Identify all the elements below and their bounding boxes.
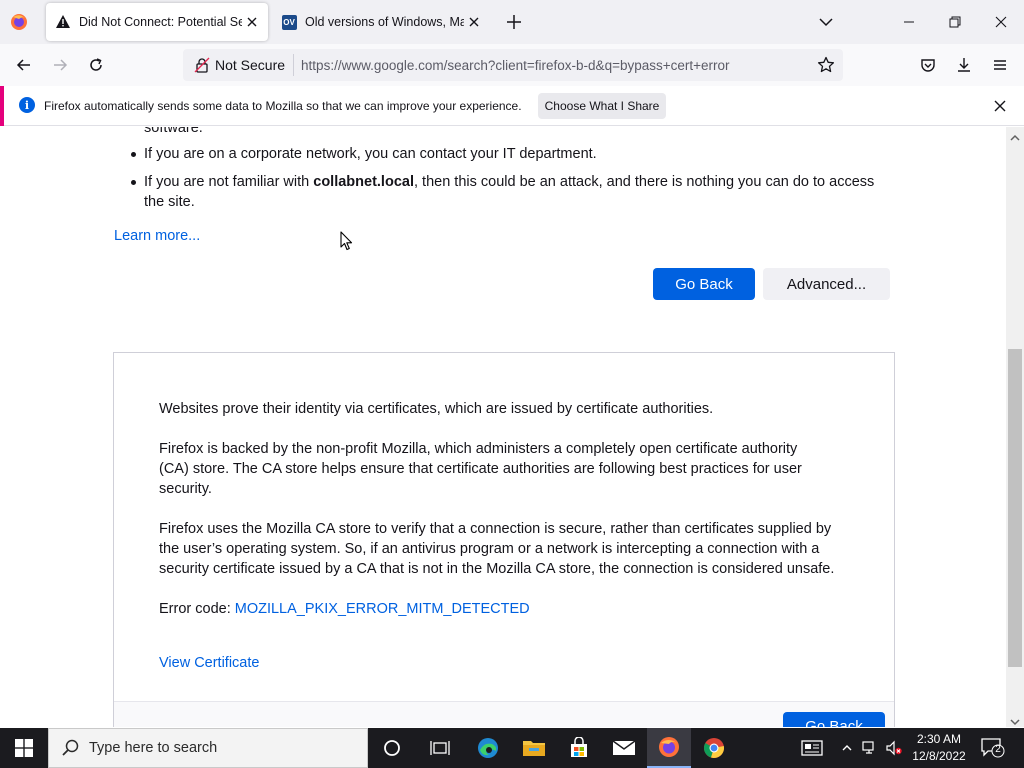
cortana-icon[interactable]: [370, 728, 414, 768]
certificate-paragraph-1: Websites prove their identity via certif…: [159, 401, 714, 417]
partial-bullet-text: software.: [144, 127, 203, 136]
bullet-dot: [131, 152, 136, 157]
address-bar[interactable]: Not Secure https://www.google.com/search…: [183, 49, 843, 81]
go-back-bottom-button[interactable]: Go Back: [783, 712, 885, 727]
paragraph-line: Firefox is backed by the non-profit Mozi…: [159, 441, 798, 457]
restore-button[interactable]: [940, 8, 970, 36]
notification-accent: [0, 86, 4, 126]
bullet-item-not-familiar: If you are not familiar with collabnet.l…: [131, 172, 924, 212]
not-secure-label[interactable]: Not Secure: [215, 57, 285, 73]
error-code-line: Error code: MOZILLA_PKIX_ERROR_MITM_DETE…: [159, 599, 859, 619]
firefox-icon[interactable]: [8, 11, 30, 33]
certificate-paragraph-2: Firefox is backed by the non-profit Mozi…: [159, 439, 859, 499]
tab-strip: Did Not Connect: Potential Security Issu…: [0, 0, 1024, 44]
paragraph-line: security.: [159, 481, 212, 497]
bullet-text: If you are on a corporate network, you c…: [144, 146, 597, 162]
insecure-lock-icon[interactable]: [194, 57, 210, 73]
show-hidden-icons-chevron-icon[interactable]: [837, 738, 857, 758]
back-button[interactable]: [11, 53, 37, 77]
close-notification-icon[interactable]: [989, 95, 1011, 117]
scroll-thumb[interactable]: [1008, 349, 1022, 667]
windows-taskbar: Type here to search 2:30 AM 12/8/2022 2: [0, 728, 1024, 768]
close-tab-icon[interactable]: [464, 12, 484, 32]
hostname: collabnet.local: [313, 174, 414, 190]
paragraph-line: the user’s operating system. So, if an a…: [159, 541, 820, 557]
search-icon: [61, 738, 81, 758]
page-scrollbar[interactable]: [1006, 127, 1024, 727]
paragraph-line: (CA) store. The CA store helps ensure th…: [159, 461, 802, 477]
data-collection-notification: i Firefox automatically sends some data …: [0, 86, 1024, 126]
close-tab-icon[interactable]: [242, 12, 262, 32]
url-separator: [293, 54, 295, 76]
close-window-button[interactable]: [986, 8, 1016, 36]
minimize-button[interactable]: [894, 8, 924, 36]
error-code-link[interactable]: MOZILLA_PKIX_ERROR_MITM_DETECTED: [235, 601, 530, 617]
error-page-content: software. If you are on a corporate netw…: [0, 127, 1006, 727]
view-certificate-link[interactable]: View Certificate: [159, 655, 259, 671]
bullet-text-prefix: If you are not familiar with: [144, 174, 314, 190]
volume-muted-icon[interactable]: [884, 738, 904, 758]
scroll-down-arrow-icon[interactable]: [1009, 714, 1021, 726]
scroll-up-arrow-icon[interactable]: [1009, 130, 1021, 141]
paragraph-line: security certificate issued by a CA that…: [159, 561, 835, 577]
action-center-icon[interactable]: 2: [980, 736, 1006, 760]
tab-old-versions[interactable]: OV Old versions of Windows, Mac and Linu…: [272, 3, 490, 41]
bullet-item-corporate: If you are on a corporate network, you c…: [131, 144, 597, 164]
advanced-panel: Websites prove their identity via certif…: [113, 352, 895, 727]
bookmark-star-icon[interactable]: [817, 56, 835, 74]
tab-did-not-connect[interactable]: Did Not Connect: Potential Security Issu…: [46, 3, 268, 41]
ov-badge: OV: [281, 14, 297, 30]
bullet-text-line2: the site.: [144, 194, 195, 210]
forward-button[interactable]: [47, 53, 73, 77]
new-tab-button[interactable]: [503, 11, 525, 33]
chrome-icon[interactable]: [692, 728, 736, 768]
firefox-taskbar-icon[interactable]: [647, 728, 691, 768]
choose-what-i-share-button[interactable]: Choose What I Share: [538, 93, 666, 119]
hamburger-menu-icon[interactable]: [987, 53, 1013, 77]
tab-title: Old versions of Windows, Mac and Linux: [305, 15, 464, 29]
mail-icon[interactable]: [602, 728, 646, 768]
bullet-text-suffix: , then this could be an attack, and ther…: [413, 174, 875, 190]
news-and-interests-icon[interactable]: [800, 738, 824, 758]
info-icon: i: [19, 97, 35, 113]
search-placeholder: Type here to search: [89, 740, 218, 756]
mouse-cursor-icon: [340, 231, 354, 251]
ov-site-icon: OV: [281, 14, 297, 30]
learn-more-link[interactable]: Learn more...: [114, 228, 200, 244]
error-code-label: Error code:: [159, 601, 235, 617]
advanced-button[interactable]: Advanced...: [763, 268, 890, 300]
tab-title: Did Not Connect: Potential Security Issu…: [79, 15, 242, 29]
navigation-toolbar: Not Secure https://www.google.com/search…: [0, 44, 1024, 86]
network-icon[interactable]: [860, 738, 880, 758]
notification-text: Firefox automatically sends some data to…: [44, 99, 522, 113]
task-view-icon[interactable]: [418, 728, 462, 768]
microsoft-store-icon[interactable]: [557, 728, 601, 768]
windows-logo-icon: [15, 739, 33, 757]
notification-count-badge: 2: [995, 744, 1001, 755]
start-button[interactable]: [0, 728, 48, 768]
go-back-button[interactable]: Go Back: [653, 268, 755, 300]
system-clock[interactable]: 2:30 AM 12/8/2022: [910, 731, 968, 765]
clock-date: 12/8/2022: [912, 749, 966, 763]
reload-button[interactable]: [83, 53, 109, 77]
advanced-panel-footer: Go Back: [114, 701, 894, 727]
pocket-icon[interactable]: [915, 53, 941, 77]
taskbar-search-box[interactable]: Type here to search: [48, 728, 368, 768]
bullet-dot: [131, 180, 136, 185]
downloads-icon[interactable]: [951, 53, 977, 77]
url-input[interactable]: https://www.google.com/search?client=fir…: [301, 58, 729, 73]
list-all-tabs-chevron-icon[interactable]: [816, 12, 836, 32]
certificate-paragraph-3: Firefox uses the Mozilla CA store to ver…: [159, 519, 879, 579]
warning-icon: [55, 14, 71, 30]
clock-time: 2:30 AM: [916, 732, 962, 746]
file-explorer-icon[interactable]: [512, 728, 556, 768]
edge-icon[interactable]: [466, 728, 510, 768]
paragraph-line: Firefox uses the Mozilla CA store to ver…: [159, 521, 832, 537]
